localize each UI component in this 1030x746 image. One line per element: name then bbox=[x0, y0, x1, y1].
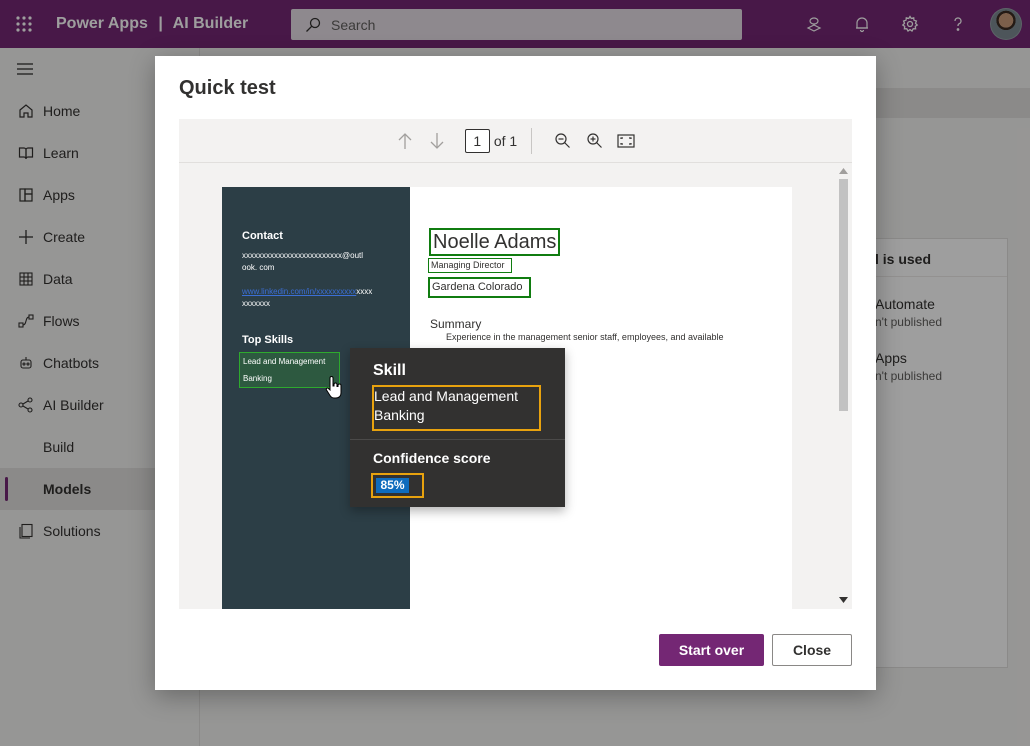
page-number-input[interactable]: 1 bbox=[464, 128, 490, 153]
linkedin-tail: xxxxxxx bbox=[242, 299, 270, 308]
email-line: xxxxxxxxxxxxxxxxxxxxxxxxx@outl bbox=[242, 251, 364, 260]
arrow-down-icon bbox=[430, 132, 444, 149]
summary-text: Experience in the management senior staf… bbox=[446, 332, 724, 342]
next-page-button[interactable] bbox=[421, 125, 453, 157]
email-line: ook. com bbox=[242, 263, 275, 272]
confidence-highlight: 85% bbox=[371, 473, 424, 498]
zoom-out-icon bbox=[555, 133, 570, 148]
tooltip-value-line: Banking bbox=[374, 407, 425, 423]
close-button[interactable]: Close bbox=[772, 634, 852, 666]
contact-linkedin: www.linkedin.com/in/xxxxxxxxxxxxxx xxxxx… bbox=[242, 286, 412, 310]
tooltip-divider bbox=[350, 439, 565, 440]
zoom-out-button[interactable] bbox=[546, 125, 578, 157]
confidence-label: Confidence score bbox=[373, 450, 491, 466]
fit-page-button[interactable] bbox=[610, 125, 642, 157]
detected-name[interactable]: Noelle Adams bbox=[429, 228, 561, 256]
scroll-up-icon[interactable] bbox=[839, 168, 848, 174]
field-tooltip: Skill Lead and Management Banking Confid… bbox=[350, 348, 565, 507]
tooltip-heading: Skill bbox=[373, 362, 406, 379]
linkedin-link[interactable]: www.linkedin.com/in/xxxxxxxxxx bbox=[242, 287, 356, 296]
scroll-down-icon[interactable] bbox=[839, 597, 848, 603]
contact-label: Contact bbox=[242, 230, 283, 242]
page-count: of 1 bbox=[493, 132, 518, 149]
zoom-in-button[interactable] bbox=[578, 125, 610, 157]
tooltip-value: Lead and Management Banking bbox=[372, 385, 541, 431]
summary-label: Summary bbox=[430, 317, 482, 331]
hand-cursor-icon bbox=[325, 376, 342, 399]
toolbar-divider bbox=[531, 127, 533, 154]
vertical-scrollbar[interactable] bbox=[835, 163, 852, 609]
start-over-button[interactable]: Start over bbox=[659, 634, 764, 666]
detected-location[interactable]: Gardena Colorado bbox=[428, 277, 531, 298]
contact-email: xxxxxxxxxxxxxxxxxxxxxxxxx@outl ook. com bbox=[242, 250, 382, 274]
viewer-toolbar: 1 of 1 bbox=[179, 119, 852, 163]
scroll-thumb[interactable] bbox=[839, 179, 848, 411]
skill-text: Lead and Management bbox=[243, 357, 326, 366]
tooltip-value-line: Lead and Management bbox=[374, 388, 518, 404]
zoom-in-icon bbox=[587, 133, 602, 148]
arrow-up-icon bbox=[398, 132, 412, 149]
previous-page-button[interactable] bbox=[389, 125, 421, 157]
detected-title[interactable]: Managing Director bbox=[428, 258, 512, 273]
dialog-title: Quick test bbox=[179, 77, 276, 99]
top-skills-label: Top Skills bbox=[242, 334, 294, 346]
confidence-badge: 85% bbox=[376, 478, 409, 493]
linkedin-tail: xxxx bbox=[356, 287, 373, 296]
fit-page-icon bbox=[617, 133, 635, 148]
